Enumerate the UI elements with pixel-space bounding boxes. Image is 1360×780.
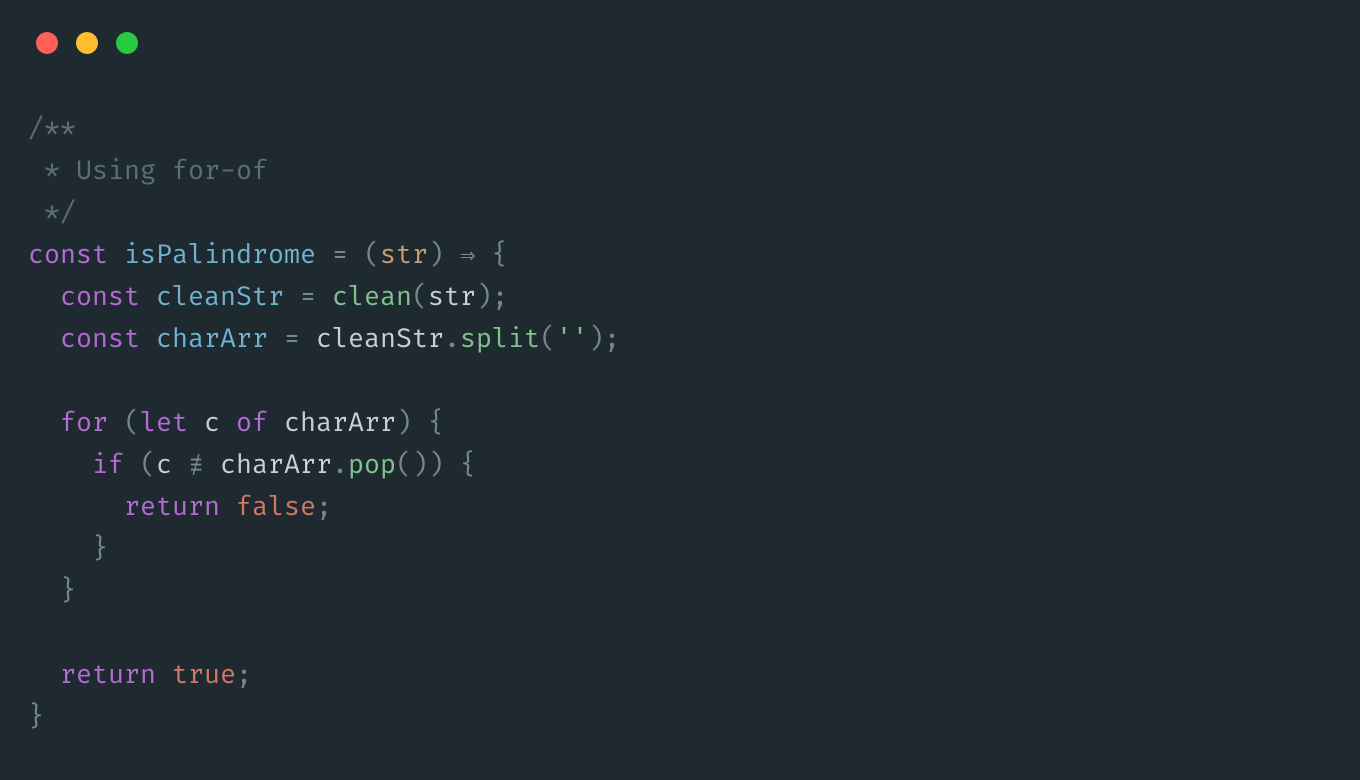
comment-line: */ <box>28 197 76 229</box>
space <box>124 449 140 481</box>
keyword-for: for <box>60 407 108 439</box>
indent <box>28 491 124 523</box>
close-icon[interactable] <box>36 32 58 54</box>
comment-line: * Using for-of <box>28 155 268 187</box>
brace-close: } <box>92 533 108 565</box>
code-block: /** * Using for-of */ const isPalindrome… <box>0 54 1360 738</box>
keyword-let: let <box>140 407 188 439</box>
titlebar <box>0 0 1360 54</box>
semicolon: ; <box>492 281 508 313</box>
identifier: cleanStr <box>156 281 284 313</box>
space <box>156 659 172 691</box>
identifier: c <box>188 407 236 439</box>
method-call: split <box>460 323 540 355</box>
keyword-if: if <box>92 449 124 481</box>
parameter: str <box>380 239 428 271</box>
keyword-of: of <box>236 407 268 439</box>
not-equal-icon: ≢ <box>188 449 204 481</box>
dot: . <box>332 449 348 481</box>
paren-open: ( <box>140 449 156 481</box>
argument: str <box>428 281 476 313</box>
identifier: cleanStr <box>316 323 444 355</box>
indent <box>28 575 60 607</box>
brace-open: { <box>492 239 508 271</box>
keyword-return: return <box>60 659 156 691</box>
indent <box>28 407 60 439</box>
indent <box>28 659 60 691</box>
paren-close: ) <box>428 239 444 271</box>
paren-open: ( <box>412 281 428 313</box>
semicolon: ; <box>316 491 332 523</box>
keyword-const: const <box>28 239 108 271</box>
function-call: clean <box>332 281 412 313</box>
space <box>108 407 124 439</box>
semicolon: ; <box>604 323 620 355</box>
brace-close: } <box>60 575 76 607</box>
space <box>220 491 236 523</box>
string-literal: '' <box>556 323 588 355</box>
brace-open: { <box>444 449 476 481</box>
semicolon: ; <box>236 659 252 691</box>
identifier: isPalindrome <box>124 239 316 271</box>
operator-assign: = <box>284 281 332 313</box>
paren-close: ) <box>476 281 492 313</box>
paren-close: ) <box>412 449 428 481</box>
paren-close: ) <box>428 449 444 481</box>
boolean-literal: false <box>236 491 316 523</box>
maximize-icon[interactable] <box>116 32 138 54</box>
paren-open: ( <box>396 449 412 481</box>
paren-close: ) <box>588 323 604 355</box>
boolean-literal: true <box>172 659 236 691</box>
indent <box>28 449 92 481</box>
identifier: c <box>156 449 188 481</box>
method-call: pop <box>348 449 396 481</box>
identifier: charArr <box>268 407 396 439</box>
operator-assign: = <box>316 239 364 271</box>
keyword-const: const <box>60 323 140 355</box>
keyword-return: return <box>124 491 220 523</box>
brace-close: } <box>28 701 44 733</box>
keyword-const: const <box>60 281 140 313</box>
comment-line: /** <box>28 113 76 145</box>
paren-close: ) <box>396 407 412 439</box>
operator-assign: = <box>268 323 316 355</box>
minimize-icon[interactable] <box>76 32 98 54</box>
paren-open: ( <box>124 407 140 439</box>
indent <box>28 323 60 355</box>
code-window: /** * Using for-of */ const isPalindrome… <box>0 0 1360 780</box>
dot: . <box>444 323 460 355</box>
arrow-icon: ⇒ <box>444 239 492 271</box>
indent <box>28 533 92 565</box>
brace-open: { <box>412 407 444 439</box>
indent <box>28 281 60 313</box>
identifier: charArr <box>156 323 268 355</box>
identifier: charArr <box>204 449 332 481</box>
paren-open: ( <box>540 323 556 355</box>
paren-open: ( <box>364 239 380 271</box>
